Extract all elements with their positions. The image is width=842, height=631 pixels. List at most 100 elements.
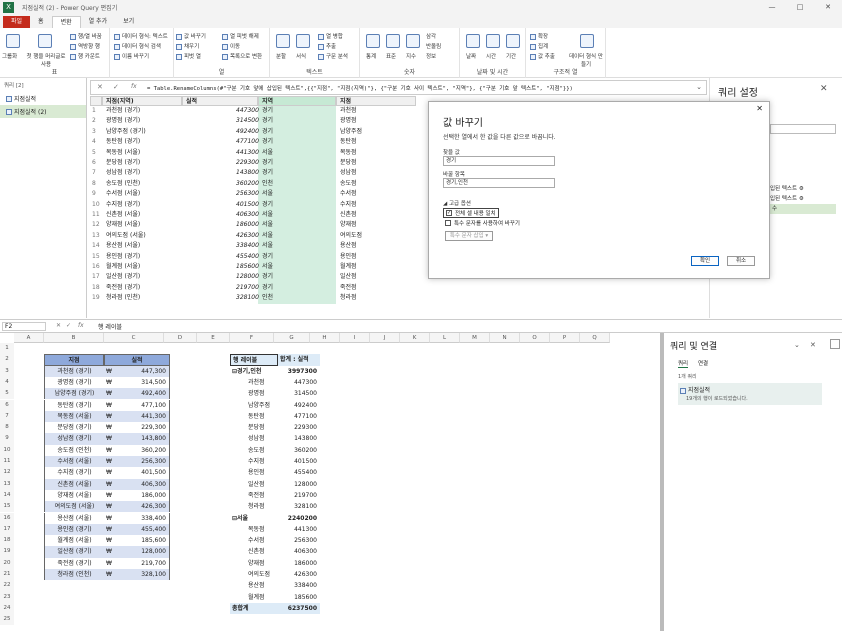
pivot-row-label[interactable]: 성남점: [230, 433, 278, 444]
unpivot-button[interactable]: 열 피벗 해제: [222, 32, 259, 40]
table-cell[interactable]: 수서점 (서울): [44, 456, 104, 468]
table-cell[interactable]: 426,300: [114, 501, 170, 513]
table-cell[interactable]: 186,000: [114, 489, 170, 502]
pivot-value[interactable]: 3997300: [278, 366, 320, 377]
pivot-value[interactable]: 360200: [278, 445, 320, 456]
column-letter-header[interactable]: J: [370, 333, 400, 343]
dialog-close-icon[interactable]: ✕: [756, 104, 763, 113]
column-letter-header[interactable]: L: [430, 333, 460, 343]
pivot-value[interactable]: 6237500: [278, 602, 320, 615]
table-cell[interactable]: 256,300: [114, 456, 170, 468]
pivot-row-label[interactable]: 청라점: [230, 501, 278, 512]
insert-special-button[interactable]: 특수 문자 삽입 ▾: [445, 231, 493, 241]
column-header[interactable]: 실적: [182, 96, 258, 106]
row-number-header[interactable]: 2: [0, 354, 14, 366]
currency-symbol[interactable]: ₩: [104, 535, 114, 547]
pivot-value[interactable]: 143800: [278, 433, 320, 444]
currency-symbol[interactable]: ₩: [104, 444, 114, 456]
pivot-row-label[interactable]: 목동점: [230, 524, 278, 535]
row-number-header[interactable]: 3: [0, 365, 14, 377]
table-cell[interactable]: 338,400: [114, 512, 170, 524]
row-number-header[interactable]: 12: [0, 467, 14, 479]
pivot-value[interactable]: 477100: [278, 411, 320, 422]
row-number-header[interactable]: 18: [0, 535, 14, 547]
cancel-icon[interactable]: ✕: [56, 322, 61, 329]
split-button[interactable]: 분할: [276, 52, 286, 60]
extract-button[interactable]: 추출: [318, 42, 336, 50]
currency-symbol[interactable]: ₩: [104, 478, 114, 490]
row-number-header[interactable]: 7: [0, 410, 14, 423]
pivot-row-label[interactable]: 월계점: [230, 592, 278, 603]
table-row[interactable]: 13 여의도점 (서울) 426300 서울 여의도점: [90, 231, 416, 241]
table-cell[interactable]: 용산점 (서울): [44, 512, 104, 524]
confirm-icon[interactable]: ✓: [66, 322, 71, 329]
pivot-row-label[interactable]: 양재점: [230, 558, 278, 569]
row-number-header[interactable]: 9: [0, 433, 14, 445]
column-letter-header[interactable]: C: [104, 333, 164, 343]
table-cell[interactable]: 과천점 (경기): [44, 365, 104, 377]
table-cell[interactable]: 314,500: [114, 376, 170, 389]
table-cell[interactable]: 수지점 (경기): [44, 467, 104, 479]
pivot-value[interactable]: 314500: [278, 388, 320, 399]
reverse-rows-button[interactable]: 역방향 행: [70, 42, 100, 50]
table-cell[interactable]: 월계점 (서울): [44, 535, 104, 547]
pivot-row-label[interactable]: 여의도점: [230, 569, 278, 580]
pivot-row-label[interactable]: 용산점: [230, 580, 278, 591]
close-button[interactable]: ✕: [814, 0, 842, 15]
table-row[interactable]: 6 분당점 (경기) 229300 경기 분당점: [90, 158, 416, 168]
row-number-header[interactable]: 15: [0, 501, 14, 513]
table-cell[interactable]: 492,400: [114, 388, 170, 400]
table-header[interactable]: 실적: [104, 354, 170, 366]
table-row[interactable]: 3 남양주점 (경기) 492400 경기 남양주점: [90, 127, 416, 137]
use-first-row-headers-button[interactable]: 첫 행을 머리글로 사용: [24, 52, 68, 68]
query-card[interactable]: 지점실적 19개의 행이 로드되었습니다.: [678, 383, 822, 405]
table-cell[interactable]: 분당점 (경기): [44, 422, 104, 434]
table-row[interactable]: 18 죽전점 (경기) 219700 경기 죽전점: [90, 283, 416, 293]
row-number-header[interactable]: 10: [0, 444, 14, 456]
table-cell[interactable]: 441,300: [114, 410, 170, 423]
count-rows-button[interactable]: 행 카운트: [70, 52, 100, 60]
expand-button[interactable]: 확장: [530, 32, 548, 40]
row-number-header[interactable]: 13: [0, 478, 14, 490]
table-row[interactable]: 17 일산점 (경기) 128000 경기 일산점: [90, 272, 416, 282]
row-number-header[interactable]: 11: [0, 456, 14, 468]
extract-values-button[interactable]: 값 추출: [530, 52, 555, 60]
pq-formula-text[interactable]: = Table.RenameColumns(#"구분 기호 앞에 삽입된 텍스트…: [147, 84, 573, 92]
table-cell[interactable]: 남양주점 (경기): [44, 388, 104, 400]
currency-symbol[interactable]: ₩: [104, 512, 114, 524]
table-cell[interactable]: 128,000: [114, 546, 170, 558]
pivot-row-label[interactable]: 일산점: [230, 479, 278, 490]
table-cell[interactable]: 용인점 (경기): [44, 523, 104, 536]
row-number-header[interactable]: 19: [0, 546, 14, 558]
column-letter-header[interactable]: A: [14, 333, 44, 343]
table-cell[interactable]: 양재점 (서울): [44, 489, 104, 502]
currency-symbol[interactable]: ₩: [104, 569, 114, 581]
pivot-row-label[interactable]: 과천점: [230, 377, 278, 388]
name-box[interactable]: F2: [2, 322, 46, 331]
currency-symbol[interactable]: ₩: [104, 456, 114, 468]
grid-corner[interactable]: [90, 96, 102, 106]
currency-symbol[interactable]: ₩: [104, 399, 114, 411]
table-cell[interactable]: 신촌점 (서울): [44, 478, 104, 490]
rename-button[interactable]: 이름 바꾸기: [114, 52, 149, 60]
table-cell[interactable]: 219,700: [114, 557, 170, 569]
move-button[interactable]: 이동: [222, 42, 240, 50]
match-entire-checkbox[interactable]: ✓ 전체 셀 내용 일치: [443, 208, 499, 218]
applied-step[interactable]: 입된 텍스트 ⚙: [770, 184, 804, 192]
pivot-row-label[interactable]: 용인점: [230, 467, 278, 478]
fill-button[interactable]: 채우기: [176, 42, 199, 50]
pivot-value[interactable]: 447300: [278, 377, 320, 388]
tab-transform[interactable]: 변환: [51, 16, 81, 28]
table-cell[interactable]: 광명점 (경기): [44, 376, 104, 389]
currency-symbol[interactable]: ₩: [104, 467, 114, 479]
table-row[interactable]: 8 송도점 (인천) 360200 인천 송도점: [90, 179, 416, 189]
table-row[interactable]: 16 월계점 (서울) 185600 서울 월계점: [90, 262, 416, 272]
replace-values-button[interactable]: 값 바꾸기: [176, 32, 206, 40]
duration-button[interactable]: 기간: [506, 52, 516, 60]
side-toggle-icon[interactable]: [830, 339, 840, 349]
gear-icon[interactable]: ⚙: [799, 196, 804, 202]
pivot-row-label[interactable]: 광명점: [230, 388, 278, 399]
column-letter-header[interactable]: B: [44, 333, 104, 343]
detect-type-button[interactable]: 데이터 형식 검색: [114, 42, 161, 50]
table-cell[interactable]: 여의도점 (서울): [44, 501, 104, 513]
